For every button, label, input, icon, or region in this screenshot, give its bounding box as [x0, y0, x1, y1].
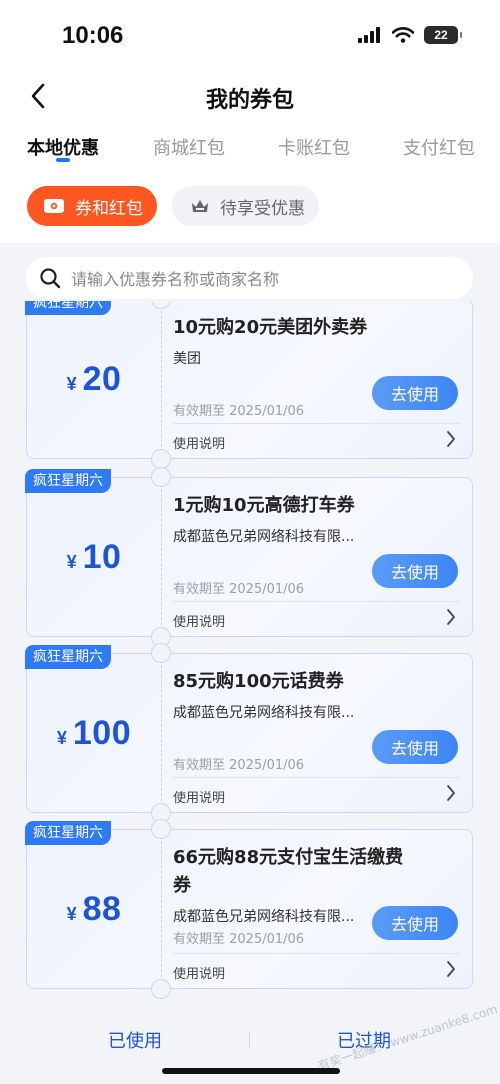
- coupon-notch: [151, 979, 171, 999]
- coupon-separator: [173, 601, 460, 602]
- coupon-amount: 20: [82, 359, 122, 398]
- search-input[interactable]: 请输入优惠券名称或商家名称: [26, 257, 473, 299]
- nav-bar: 我的券包: [0, 70, 500, 122]
- coupon-expiry: 有效期至 2025/01/06: [173, 758, 305, 773]
- coupon-title: 66元购88元支付宝生活缴费券: [173, 847, 404, 896]
- coupon-notch: [151, 467, 171, 487]
- coupon-divider: [161, 484, 162, 630]
- system-icons: 22: [358, 26, 462, 44]
- tab-payment-red-packets[interactable]: 支付红包: [403, 134, 475, 160]
- coupon-card: 疯狂星期六 ¥ 100 85元购100元话费券 成都蓝色兄弟网络科技有限... …: [25, 643, 473, 823]
- chevron-right-icon[interactable]: [446, 608, 456, 626]
- use-coupon-button[interactable]: 去使用: [372, 554, 458, 588]
- filter-coupons-and-red-packets[interactable]: 券和红包: [27, 186, 157, 226]
- use-coupon-button[interactable]: 去使用: [372, 730, 458, 764]
- coupon-list: 疯狂星期六 ¥ 20 10元购20元美团外卖券 美团 有效期至 2025/01/…: [0, 301, 500, 1029]
- used-coupons-tab[interactable]: 已使用: [108, 1027, 162, 1053]
- page-title: 我的券包: [205, 88, 294, 113]
- coupon-merchant: 美团: [173, 351, 201, 367]
- ticket-icon: [43, 197, 65, 215]
- usage-instructions-link[interactable]: 使用说明: [173, 433, 225, 452]
- usage-instructions-link[interactable]: 使用说明: [173, 611, 225, 630]
- coupon-notch: [151, 643, 171, 663]
- coupon-title: 85元购100元话费券: [173, 671, 344, 692]
- coupon-value: ¥ 20: [27, 301, 161, 458]
- chevron-right-icon[interactable]: [446, 784, 456, 802]
- crown-icon: [190, 197, 210, 215]
- currency-symbol: ¥: [66, 373, 77, 394]
- battery-indicator: 22: [424, 26, 462, 44]
- coupon-details: 10元购20元美团外卖券 美团 有效期至 2025/01/06 去使用 使用说明: [173, 301, 468, 458]
- filter-pending-offers[interactable]: 待享受优惠: [172, 186, 319, 226]
- coupon-value: ¥ 10: [27, 478, 161, 636]
- wifi-icon: [392, 27, 414, 43]
- filter-label: 券和红包: [75, 198, 143, 219]
- tab-local-offers[interactable]: 本地优惠: [27, 134, 99, 160]
- coupon-title: 10元购20元美团外卖券: [173, 317, 368, 338]
- coupon-divider: [161, 306, 162, 452]
- status-bar: 10:06 22: [0, 0, 500, 70]
- search-placeholder: 请输入优惠券名称或商家名称: [71, 270, 280, 289]
- coupon-separator: [173, 953, 460, 954]
- bottom-tabs-divider: [249, 1031, 250, 1049]
- coupon-details: 1元购10元高德打车券 成都蓝色兄弟网络科技有限... 有效期至 2025/01…: [173, 478, 468, 636]
- coupon-card: 疯狂星期六 ¥ 88 66元购88元支付宝生活缴费券 成都蓝色兄弟网络科技有限.…: [25, 819, 473, 999]
- coupon-merchant: 成都蓝色兄弟网络科技有限...: [173, 909, 355, 925]
- currency-symbol: ¥: [66, 551, 77, 572]
- status-time: 10:06: [62, 22, 124, 49]
- coupon-merchant: 成都蓝色兄弟网络科技有限...: [173, 705, 355, 721]
- tab-active-indicator: [56, 158, 70, 162]
- search-icon: [40, 268, 61, 289]
- coupon-expiry: 有效期至 2025/01/06: [173, 582, 305, 597]
- cellular-signal-icon: [358, 27, 380, 43]
- home-indicator[interactable]: [162, 1068, 340, 1074]
- tab-mall-red-packets[interactable]: 商城红包: [153, 134, 225, 160]
- coupon-title: 1元购10元高德打车券: [173, 495, 355, 516]
- coupon-expiry: 有效期至 2025/01/06: [173, 404, 305, 419]
- coupon-value: ¥ 88: [27, 830, 161, 988]
- filter-chips: 券和红包 待享受优惠: [0, 186, 500, 228]
- usage-instructions-link[interactable]: 使用说明: [173, 787, 225, 806]
- coupon-notch: [151, 819, 171, 839]
- coupon-card: 疯狂星期六 ¥ 10 1元购10元高德打车券 成都蓝色兄弟网络科技有限... 有…: [25, 467, 473, 647]
- coupon-card: 疯狂星期六 ¥ 20 10元购20元美团外卖券 美团 有效期至 2025/01/…: [25, 301, 473, 469]
- coupon-divider: [161, 836, 162, 982]
- coupon-amount: 88: [82, 889, 122, 928]
- usage-instructions-link[interactable]: 使用说明: [173, 963, 225, 982]
- coupon-separator: [173, 423, 460, 424]
- coupon-separator: [173, 777, 460, 778]
- coupon-amount: 10: [82, 537, 122, 576]
- coupon-notch: [151, 449, 171, 469]
- currency-symbol: ¥: [56, 727, 67, 748]
- coupon-value: ¥ 100: [27, 654, 161, 812]
- currency-symbol: ¥: [66, 903, 77, 924]
- coupon-divider: [161, 660, 162, 806]
- coupon-list-area: 请输入优惠券名称或商家名称 疯狂星期六 ¥ 20 10元购20元美团外卖券 美团…: [0, 243, 500, 1084]
- category-tabs: 本地优惠 商城红包 卡账红包 支付红包: [0, 128, 500, 168]
- coupon-details: 85元购100元话费券 成都蓝色兄弟网络科技有限... 有效期至 2025/01…: [173, 654, 468, 812]
- filter-label: 待享受优惠: [220, 198, 305, 219]
- chevron-right-icon[interactable]: [446, 960, 456, 978]
- coupon-details: 66元购88元支付宝生活缴费券 成都蓝色兄弟网络科技有限... 有效期至 202…: [173, 830, 468, 988]
- coupon-merchant: 成都蓝色兄弟网络科技有限...: [173, 529, 355, 545]
- chevron-right-icon[interactable]: [446, 430, 456, 448]
- tab-card-red-packets[interactable]: 卡账红包: [278, 134, 350, 160]
- use-coupon-button[interactable]: 去使用: [372, 376, 458, 410]
- coupon-expiry: 有效期至 2025/01/06: [173, 932, 305, 947]
- use-coupon-button[interactable]: 去使用: [372, 906, 458, 940]
- coupon-amount: 100: [72, 713, 132, 752]
